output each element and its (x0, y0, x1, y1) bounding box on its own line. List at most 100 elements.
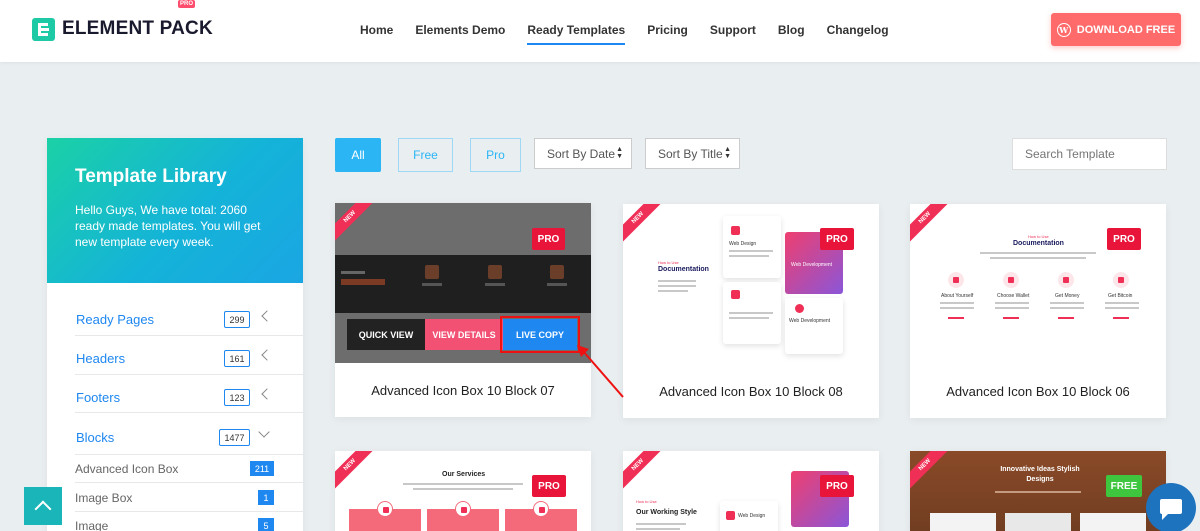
category-footers[interactable]: Footers 123 (47, 383, 303, 413)
search-template-input[interactable] (1012, 138, 1167, 170)
nav-blog[interactable]: Blog (778, 0, 805, 62)
card-title[interactable]: Advanced Icon Box 10 Block 08 (623, 384, 879, 399)
subcategory-image[interactable]: Image 5 (75, 516, 323, 531)
subcategory-image-box[interactable]: Image Box 1 (75, 488, 323, 508)
mock-link (1003, 317, 1019, 319)
mock-line (980, 252, 1096, 254)
mock-icon (550, 265, 564, 279)
download-free-button[interactable]: W DOWNLOAD FREE (1051, 13, 1181, 46)
hover-actions: QUICK VIEW VIEW DETAILS LIVE COPY (347, 316, 580, 353)
mock-icon (533, 501, 549, 517)
mock-line (636, 523, 686, 525)
chevron-up-icon (34, 500, 52, 517)
card-title[interactable]: Advanced Icon Box 10 Block 07 (335, 383, 591, 398)
mock-line (1105, 307, 1139, 309)
mock-icon (425, 265, 439, 279)
mock-image (1005, 513, 1071, 531)
divider (75, 374, 303, 375)
mock-icon (1058, 272, 1074, 288)
chevron-left-icon[interactable] (261, 388, 273, 400)
mock-label: Web Design (738, 513, 766, 519)
mock-card: Web Design (723, 216, 781, 278)
category-blocks[interactable]: Blocks 1477 (47, 423, 303, 453)
category-count: 123 (224, 389, 250, 406)
view-details-button[interactable]: VIEW DETAILS (425, 319, 503, 350)
chat-widget-button[interactable] (1146, 483, 1196, 531)
category-count: 161 (224, 350, 250, 367)
category-headers[interactable]: Headers 161 (47, 344, 303, 374)
mock-icon (1113, 272, 1129, 288)
template-card[interactable]: How to Use Documentation Web Design Web … (623, 204, 879, 418)
mock-icon (455, 501, 471, 517)
mock-link (948, 317, 964, 319)
nav-elements-demo[interactable]: Elements Demo (415, 0, 505, 62)
download-free-label: DOWNLOAD FREE (1076, 23, 1176, 36)
chevron-left-icon[interactable] (261, 349, 273, 361)
category-label: Ready Pages (76, 312, 155, 327)
filter-free-button[interactable]: Free (398, 138, 453, 172)
mock-line (547, 283, 567, 286)
chevron-down-icon[interactable] (258, 426, 270, 438)
mock-icon (1003, 272, 1019, 288)
mock-icon (726, 511, 735, 520)
mock-label: Web Development (789, 318, 831, 324)
template-card[interactable]: How to Use Our Working Style Web Design … (623, 451, 879, 531)
mock-icon (731, 226, 740, 235)
sort-arrows-icon: ▲ ▼ (724, 146, 731, 160)
nav-pricing[interactable]: Pricing (647, 0, 688, 62)
pro-badge: PRO (820, 475, 854, 497)
sort-by-title-label: Sort By Title (658, 146, 723, 161)
mock-line (403, 483, 523, 485)
element-pack-logo-icon (32, 17, 55, 41)
mock-line (729, 250, 773, 252)
nav-changelog[interactable]: Changelog (827, 0, 889, 62)
mock-line (1050, 307, 1084, 309)
card-title[interactable]: Advanced Icon Box 10 Block 06 (910, 384, 1166, 399)
template-card[interactable]: Our Services NEW PRO (335, 451, 591, 531)
mock-card: Web Design (720, 501, 778, 531)
sort-by-date-label: Sort By Date (547, 146, 616, 161)
brand-pro-badge: PRO (178, 0, 196, 8)
free-badge: FREE (1106, 475, 1142, 497)
nav-ready-templates[interactable]: Ready Templates (527, 0, 625, 62)
template-card[interactable]: How to Use Documentation About Yourself … (910, 204, 1166, 418)
mock-card (723, 282, 781, 344)
mock-label: Get Bitcoin (1108, 293, 1133, 299)
mock-line (413, 488, 513, 490)
brand-name: ELEMENT PACK (62, 18, 213, 39)
nav-home[interactable]: Home (360, 0, 393, 62)
mock-line (729, 312, 773, 314)
sort-by-date-select[interactable]: Sort By Date ▲ ▼ (534, 138, 632, 169)
mock-line (1105, 302, 1139, 304)
filter-pro-button[interactable]: Pro (470, 138, 521, 172)
filter-all-button[interactable]: All (335, 138, 381, 172)
mock-line (636, 528, 680, 530)
top-header: ELEMENT PACK PRO Home Elements Demo Read… (0, 0, 1200, 62)
scroll-to-top-button[interactable] (24, 487, 62, 525)
chevron-left-icon[interactable] (261, 310, 273, 322)
subcategory-label: Advanced Icon Box (75, 462, 179, 476)
quick-view-button[interactable]: QUICK VIEW (347, 319, 425, 350)
sidebar-intro: Hello Guys, We have total: 2060 ready ma… (75, 203, 261, 249)
mock-line (485, 283, 505, 286)
nav-support[interactable]: Support (710, 0, 756, 62)
sidebar-hero: Template Library Hello Guys, We have tot… (47, 138, 303, 283)
brand-logo[interactable]: ELEMENT PACK (32, 16, 213, 42)
subcategory-advanced-icon-box[interactable]: Advanced Icon Box 211 (75, 459, 323, 479)
template-card[interactable]: Innovative Ideas Stylish Designs NEW FRE… (910, 451, 1166, 531)
sort-by-title-select[interactable]: Sort By Title ▲ ▼ (645, 138, 740, 169)
mock-label: Choose Wallet (997, 293, 1030, 299)
category-ready-pages[interactable]: Ready Pages 299 (47, 305, 303, 335)
mock-line (422, 283, 442, 286)
category-count: 1477 (219, 429, 250, 446)
divider (75, 454, 303, 455)
template-card[interactable]: NEW PRO QUICK VIEW VIEW DETAILS LIVE COP… (335, 203, 591, 417)
annotation-arrow (577, 345, 624, 398)
mock-heading: Documentation (1013, 240, 1064, 247)
category-count: 299 (224, 311, 250, 328)
mock-line (341, 271, 365, 274)
mock-heading: Our Working Style (636, 509, 697, 516)
mock-line (658, 280, 696, 282)
mock-icon (731, 290, 740, 299)
live-copy-button[interactable]: LIVE COPY (500, 316, 580, 353)
